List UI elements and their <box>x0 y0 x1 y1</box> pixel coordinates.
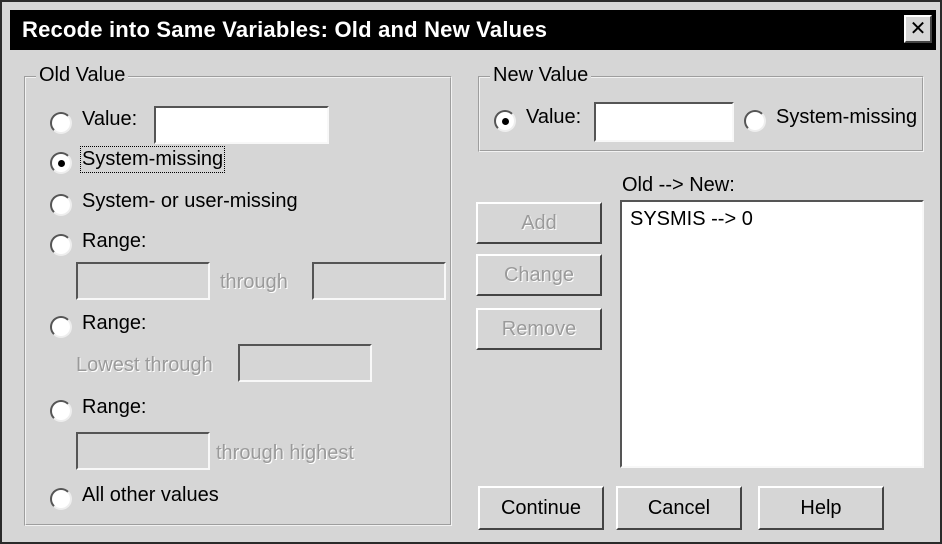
old-value-legend: Old Value <box>36 64 129 87</box>
old-system-or-user-missing-label: System- or user-missing <box>82 190 298 212</box>
radio-selected-dot <box>58 160 65 167</box>
old-system-missing-radio[interactable] <box>50 152 72 174</box>
old-range-lowest-label: Range: <box>82 312 147 334</box>
old-all-other-radio[interactable] <box>50 488 72 510</box>
old-value-radio[interactable] <box>50 112 72 134</box>
remove-button-label: Remove <box>501 318 577 340</box>
through-highest-input[interactable] <box>76 432 210 470</box>
old-system-missing-label: System-missing <box>79 146 226 173</box>
old-range-highest-radio[interactable] <box>50 400 72 422</box>
list-item[interactable]: SYSMIS --> 0 <box>630 208 753 231</box>
cancel-button[interactable]: Cancel <box>616 486 742 530</box>
new-value-label: Value: <box>526 106 582 128</box>
old-range-radio[interactable] <box>50 234 72 256</box>
cancel-button-label: Cancel <box>647 497 711 519</box>
help-button-label: Help <box>800 497 842 519</box>
old-range-label: Range: <box>82 230 147 252</box>
old-value-group: Old Value Value: System-missing System- … <box>24 64 452 526</box>
remove-button[interactable]: Remove <box>476 308 602 350</box>
old-new-listbox[interactable]: SYSMIS --> 0 <box>620 200 924 468</box>
old-system-or-user-missing-radio[interactable] <box>50 194 72 216</box>
through-label: through <box>220 271 288 293</box>
old-range-lowest-radio[interactable] <box>50 316 72 338</box>
close-button[interactable]: ✕ <box>904 15 932 43</box>
range-to-input[interactable] <box>312 262 446 300</box>
through-highest-label: through highest <box>216 442 354 464</box>
old-new-label: Old --> New: <box>622 174 735 196</box>
range-from-input[interactable] <box>76 262 210 300</box>
lowest-through-input[interactable] <box>238 344 372 382</box>
title-bar[interactable]: Recode into Same Variables: Old and New … <box>10 10 936 50</box>
recode-dialog: Recode into Same Variables: Old and New … <box>0 0 942 544</box>
continue-button-label: Continue <box>500 497 582 519</box>
close-icon: ✕ <box>909 18 927 40</box>
add-button-label: Add <box>521 212 557 234</box>
new-system-missing-label: System-missing <box>776 106 918 128</box>
new-value-radio[interactable] <box>494 110 516 132</box>
new-value-legend: New Value <box>490 64 592 87</box>
old-value-input[interactable] <box>154 106 329 144</box>
old-value-label: Value: <box>82 108 138 130</box>
help-button[interactable]: Help <box>758 486 884 530</box>
radio-selected-dot <box>502 118 509 125</box>
lowest-through-label: Lowest through <box>76 354 213 376</box>
change-button-label: Change <box>503 264 575 286</box>
new-system-missing-radio[interactable] <box>744 110 766 132</box>
old-range-highest-label: Range: <box>82 396 147 418</box>
new-value-group: New Value Value: System-missing <box>478 64 924 152</box>
new-value-input[interactable] <box>594 102 734 142</box>
add-button[interactable]: Add <box>476 202 602 244</box>
old-all-other-label: All other values <box>82 484 219 506</box>
dialog-title: Recode into Same Variables: Old and New … <box>22 17 548 42</box>
change-button[interactable]: Change <box>476 254 602 296</box>
continue-button[interactable]: Continue <box>478 486 604 530</box>
